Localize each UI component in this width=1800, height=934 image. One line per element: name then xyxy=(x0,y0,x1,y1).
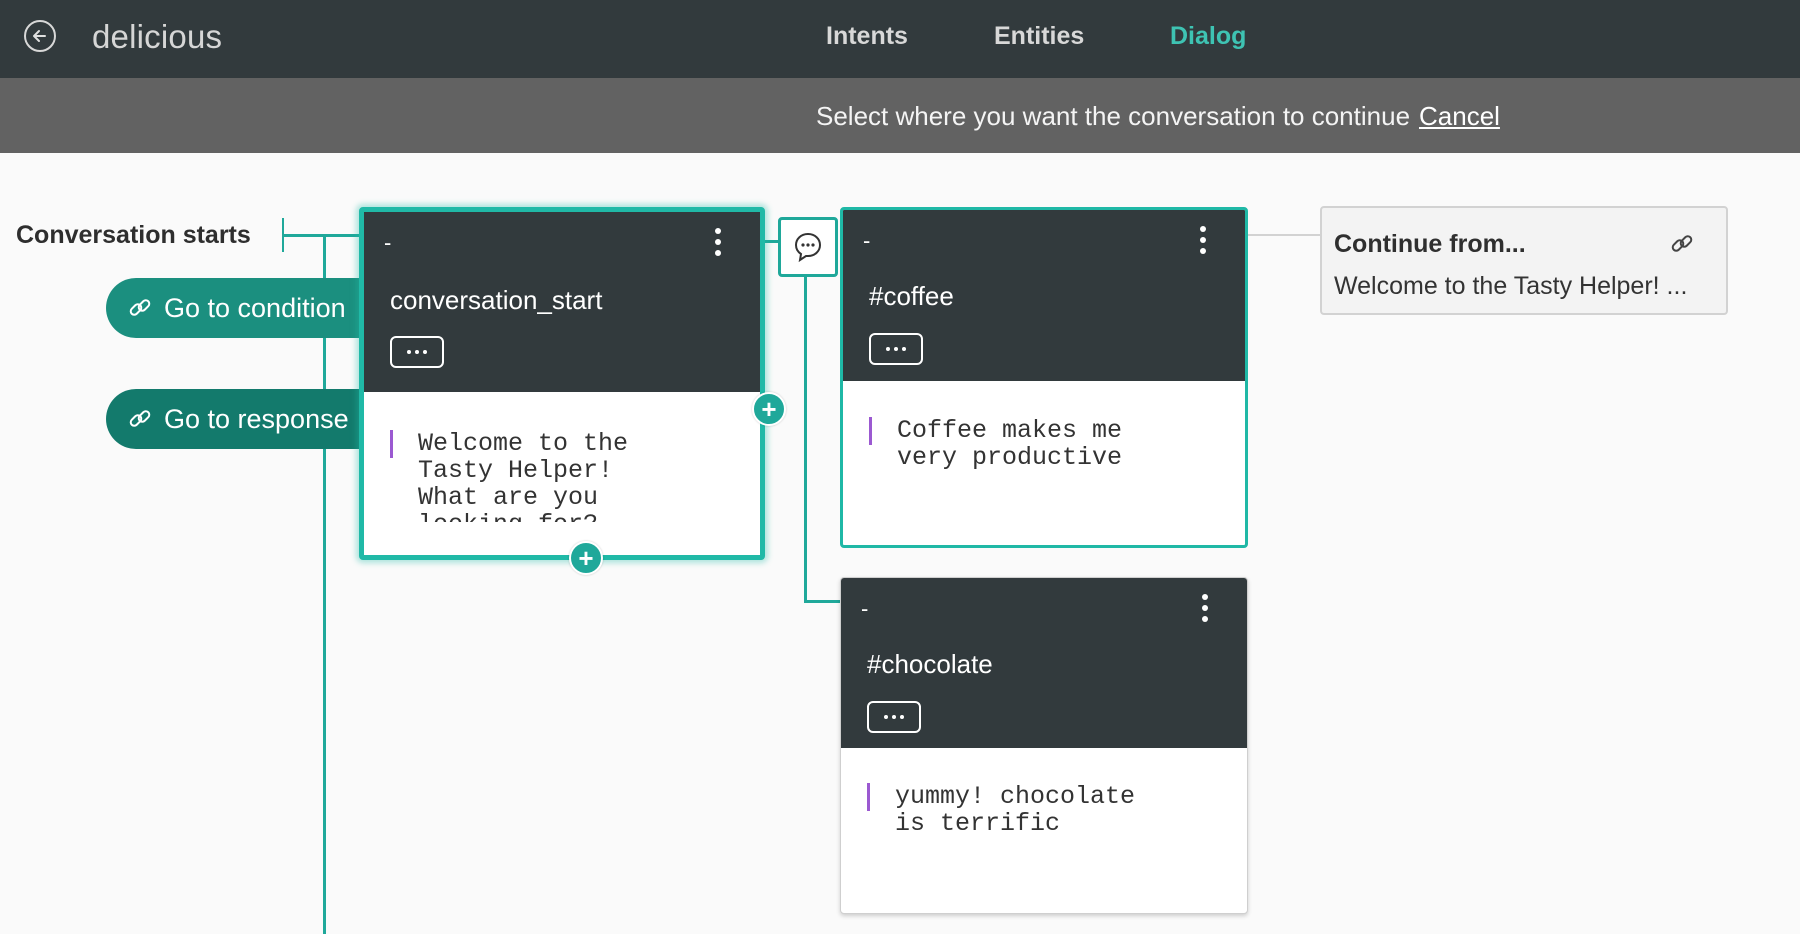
node-condition: conversation_start xyxy=(390,285,603,315)
response-bar xyxy=(867,783,870,811)
node-body: Welcome to the Tasty Helper! What are yo… xyxy=(364,392,760,555)
top-bar: delicious Intents Entities Dialog xyxy=(0,0,1800,78)
node-dash: - xyxy=(861,596,869,621)
tree-line xyxy=(804,600,844,603)
node-header: - conversation_start xyxy=(364,212,760,392)
node-condition: #chocolate xyxy=(867,649,993,679)
dialog-node-conversation-start[interactable]: - conversation_start Welcome to the Tast… xyxy=(359,207,765,560)
tab-entities[interactable]: Entities xyxy=(994,22,1084,51)
kebab-icon[interactable] xyxy=(1201,594,1209,628)
add-sibling-plus-icon[interactable]: + xyxy=(569,541,603,575)
tree-line xyxy=(282,234,360,237)
response-bar xyxy=(869,417,872,445)
continue-from-title: Continue from... xyxy=(1334,230,1526,258)
go-to-condition-button[interactable]: Go to condition xyxy=(106,278,364,338)
banner-message: Select where you want the conversation t… xyxy=(816,101,1411,131)
node-dash: - xyxy=(384,230,392,255)
cancel-link[interactable]: Cancel xyxy=(1419,101,1500,132)
conversation-starts-label: Conversation starts xyxy=(16,221,251,249)
node-header: - #chocolate xyxy=(841,578,1247,748)
response-bar xyxy=(390,430,393,458)
chat-bubble-icon xyxy=(778,217,838,277)
node-condition: #coffee xyxy=(869,281,954,311)
node-response: Welcome to the Tasty Helper! What are yo… xyxy=(418,430,629,522)
workspace-title: delicious xyxy=(92,18,223,55)
tree-line xyxy=(804,277,807,603)
dialog-node-coffee[interactable]: - #coffee Coffee makes me very productiv… xyxy=(840,207,1248,548)
back-arrow-icon[interactable] xyxy=(24,20,56,52)
link-icon xyxy=(1671,235,1693,252)
node-dash: - xyxy=(863,228,871,253)
tab-dialog[interactable]: Dialog xyxy=(1170,22,1246,51)
continue-from-card[interactable]: Continue from... Welcome to the Tasty He… xyxy=(1320,206,1728,315)
link-icon xyxy=(129,299,151,316)
selection-banner: Select where you want the conversation t… xyxy=(0,78,1800,153)
go-to-response-label: Go to response xyxy=(164,403,349,434)
node-response: Coffee makes me very productive xyxy=(897,417,1123,471)
tree-trunk-line xyxy=(323,234,326,934)
continue-from-text: Welcome to the Tasty Helper! ... xyxy=(1334,272,1688,300)
dialog-node-chocolate[interactable]: - #chocolate yummy! chocolate is terrifi… xyxy=(840,577,1248,914)
node-response: yummy! chocolate is terrific xyxy=(895,783,1136,837)
kebab-icon[interactable] xyxy=(714,228,722,262)
ellipsis-icon[interactable] xyxy=(869,333,923,365)
node-body: Coffee makes me very productive xyxy=(843,381,1245,545)
go-to-condition-label: Go to condition xyxy=(164,292,346,323)
add-child-plus-icon[interactable]: + xyxy=(752,392,786,426)
link-icon xyxy=(129,410,151,427)
node-body: yummy! chocolate is terrific xyxy=(841,748,1247,913)
kebab-icon[interactable] xyxy=(1199,226,1207,260)
tab-intents[interactable]: Intents xyxy=(826,22,908,51)
continue-connector xyxy=(1246,234,1320,236)
node-header: - #coffee xyxy=(843,210,1245,381)
go-to-response-button[interactable]: Go to response xyxy=(106,389,364,449)
ellipsis-icon[interactable] xyxy=(390,336,444,368)
ellipsis-icon[interactable] xyxy=(867,701,921,733)
